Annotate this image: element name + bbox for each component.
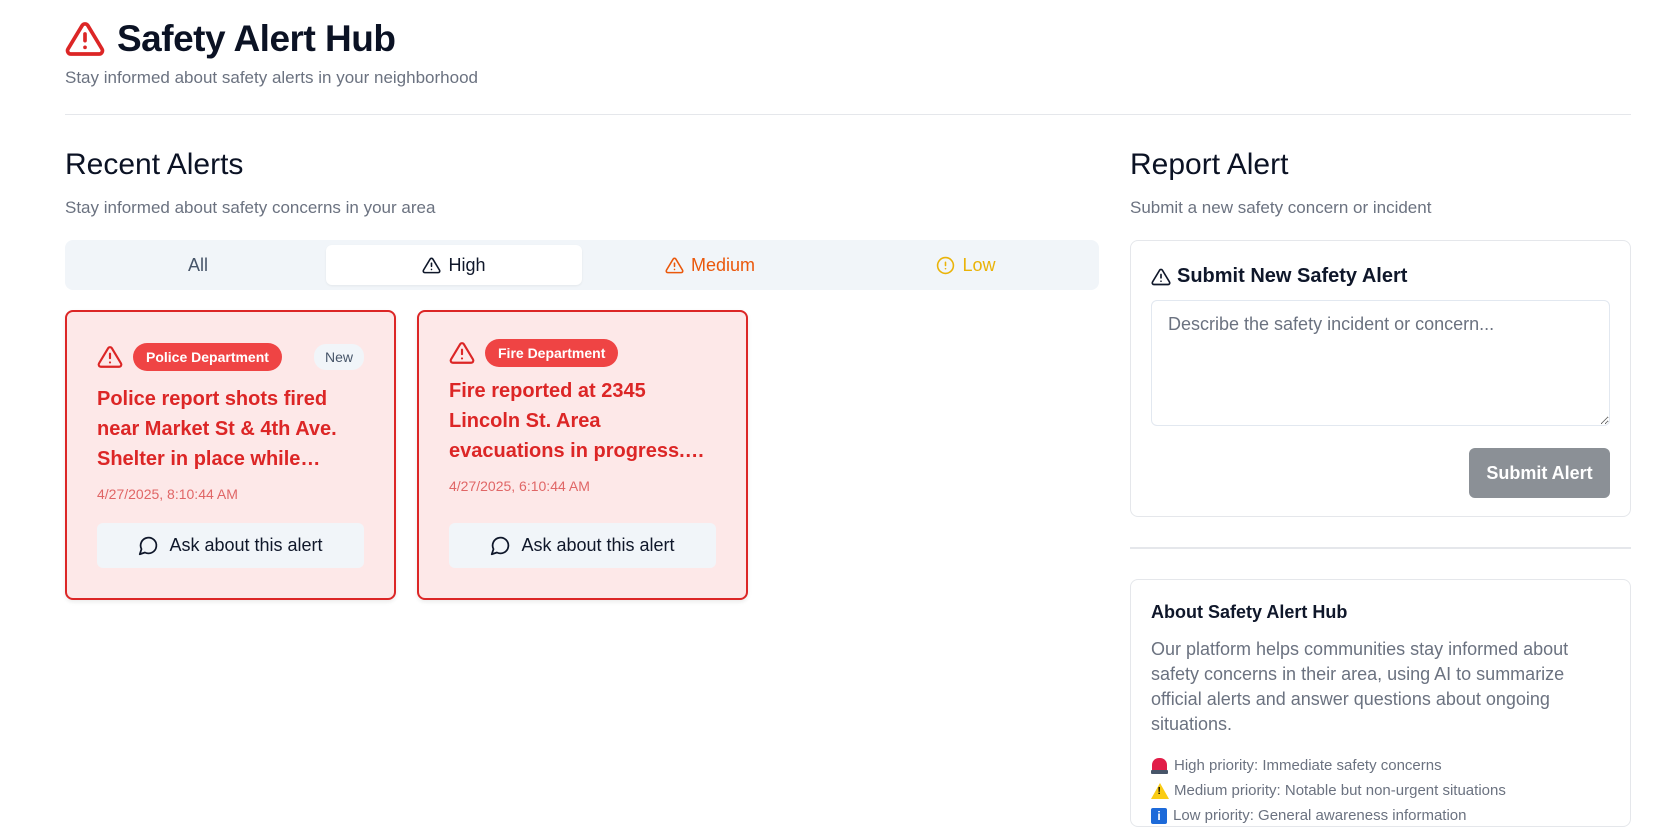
about-title: About Safety Alert Hub (1151, 602, 1348, 622)
legend-label: High priority: Immediate safety concerns (1174, 757, 1442, 774)
tab-medium[interactable]: Medium (582, 245, 838, 285)
legend-item-medium: ! Medium priority: Notable but non-urgen… (1150, 778, 1610, 803)
app-subtitle: Stay informed about safety alerts in you… (65, 68, 478, 87)
new-badge: New (313, 344, 364, 370)
warning-sign-icon: ! (1150, 782, 1169, 799)
tab-high-label: High (448, 254, 486, 275)
priority-tabs: All High Medium Low (65, 240, 1099, 290)
submit-alert-button[interactable]: Submit Alert (1469, 448, 1610, 498)
tab-low[interactable]: Low (838, 245, 1094, 285)
ask-about-alert-button[interactable]: Ask about this alert (97, 523, 364, 568)
message-circle-icon (139, 536, 158, 556)
priority-legend: High priority: Immediate safety concerns… (1150, 753, 1610, 828)
department-badge: Fire Department (485, 339, 619, 367)
legend-label: Medium priority: Notable but non-urgent … (1174, 782, 1506, 799)
report-alert-section: Report Alert Submit a new safety concern… (1130, 148, 1631, 827)
report-form: Submit New Safety Alert Submit Alert (1130, 240, 1631, 517)
legend-item-high: High priority: Immediate safety concerns (1151, 753, 1610, 778)
recent-alerts-section: Recent Alerts Stay informed about safety… (65, 148, 1099, 600)
about-panel: About Safety Alert Hub Our platform help… (1130, 579, 1631, 827)
alert-triangle-icon (97, 346, 123, 368)
header-divider (65, 114, 1631, 115)
alert-card[interactable]: Fire Department Fire reported at 2345 Li… (417, 310, 748, 600)
alert-triangle-icon (449, 342, 475, 364)
alert-text: Fire reported at 2345 Lincoln St. Area e… (449, 380, 685, 462)
legend-label: Low priority: General awareness informat… (1173, 807, 1467, 824)
tab-high[interactable]: High (326, 245, 582, 285)
section-divider (1130, 547, 1631, 549)
department-badge: Police Department (133, 343, 282, 371)
message-circle-icon (491, 536, 510, 556)
alert-card[interactable]: Police Department New Police report shot… (65, 310, 396, 600)
alert-card-header: Fire Department (449, 338, 716, 368)
ask-about-alert-label: Ask about this alert (521, 535, 675, 555)
title-row: Safety Alert Hub (65, 18, 1630, 60)
report-alert-title: Report Alert (1130, 148, 1289, 181)
alert-triangle-icon (1151, 268, 1171, 285)
alert-card-list: Police Department New Police report shot… (65, 310, 1099, 600)
about-text: Our platform helps communities stay info… (1151, 639, 1569, 734)
alert-card-header: Police Department New (97, 342, 364, 372)
alert-text: Police report shots fired near Market St… (97, 388, 337, 470)
alert-triangle-icon (422, 257, 442, 273)
tab-all-label: All (187, 254, 208, 275)
incident-description-input[interactable] (1151, 300, 1610, 426)
alert-timestamp: 4/27/2025, 8:10:44 AM (97, 486, 238, 502)
recent-alerts-title: Recent Alerts (65, 148, 244, 181)
info-circle-icon (937, 256, 955, 274)
tab-low-label: Low (962, 254, 996, 275)
app-header: Safety Alert Hub Stay informed about saf… (65, 18, 1630, 88)
tab-all[interactable]: All (70, 245, 326, 285)
alert-triangle-icon (665, 257, 684, 273)
info-square-icon: i (1151, 807, 1167, 824)
report-form-title: Submit New Safety Alert (1177, 265, 1408, 287)
alert-timestamp: 4/27/2025, 6:10:44 AM (449, 478, 590, 494)
ask-about-alert-label: Ask about this alert (169, 535, 323, 555)
recent-alerts-subtitle: Stay informed about safety concerns in y… (65, 198, 436, 217)
app-title: Safety Alert Hub (117, 18, 396, 59)
report-form-header: Submit New Safety Alert (1151, 265, 1610, 288)
report-alert-subtitle: Submit a new safety concern or incident (1130, 198, 1432, 217)
legend-item-low: i Low priority: General awareness inform… (1151, 803, 1610, 828)
tab-medium-label: Medium (690, 254, 756, 275)
siren-icon (1151, 757, 1168, 774)
alert-triangle-icon (65, 22, 105, 56)
ask-about-alert-button[interactable]: Ask about this alert (449, 523, 716, 568)
